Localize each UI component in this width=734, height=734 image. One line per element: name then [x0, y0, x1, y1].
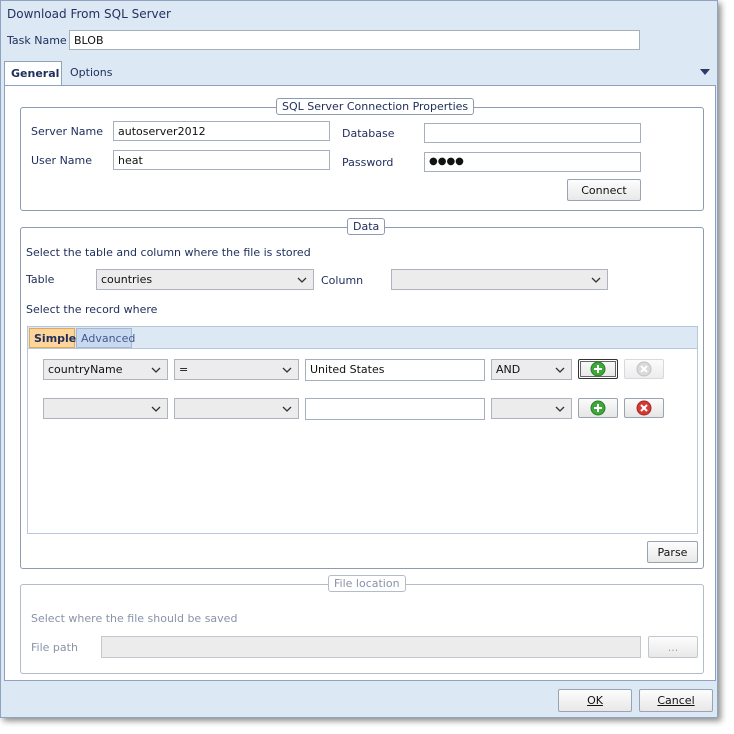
- filter-conjunction-value: AND: [496, 363, 521, 376]
- general-page: SQL Server Connection Properties Server …: [4, 85, 716, 681]
- filter-operator-value: =: [179, 363, 189, 376]
- ok-button[interactable]: OK: [558, 689, 632, 712]
- task-name-input[interactable]: BLOB: [69, 30, 640, 50]
- chevron-down-icon: [151, 367, 161, 373]
- tab-general[interactable]: General: [4, 61, 62, 85]
- chevron-down-icon: [282, 367, 292, 373]
- server-name-input[interactable]: autoserver2012: [113, 121, 330, 141]
- remove-condition-button[interactable]: [624, 398, 664, 418]
- parse-button[interactable]: Parse: [647, 541, 698, 563]
- table-select[interactable]: countries: [96, 269, 314, 290]
- add-icon: [590, 400, 606, 416]
- user-name-input[interactable]: heat: [113, 150, 330, 170]
- column-label: Column: [321, 274, 364, 287]
- add-icon: [590, 361, 606, 377]
- chevron-down-icon: [591, 277, 601, 283]
- remove-icon: [636, 361, 652, 377]
- remove-icon: [636, 400, 652, 416]
- record-instruction: Select the record where: [26, 303, 158, 316]
- tab-options[interactable]: Options: [64, 61, 124, 85]
- task-name-label: Task Name: [7, 34, 67, 47]
- tab-advanced[interactable]: Advanced: [76, 328, 135, 348]
- file-path-input[interactable]: [101, 636, 641, 658]
- file-location-group: [20, 584, 704, 674]
- file-location-instruction: Select where the file should be saved: [31, 612, 238, 625]
- password-input[interactable]: ●●●●: [424, 152, 641, 172]
- filter-operator-select[interactable]: [174, 398, 299, 419]
- filter-operator-select[interactable]: =: [174, 359, 299, 380]
- connect-button[interactable]: Connect: [567, 179, 641, 201]
- filter-conjunction-select[interactable]: AND: [491, 359, 572, 380]
- browse-button[interactable]: ...: [648, 636, 698, 658]
- chevron-down-icon: [555, 406, 565, 412]
- add-condition-button[interactable]: [578, 359, 618, 379]
- dialog-window: Download From SQL Server Task Name BLOB …: [0, 0, 718, 718]
- chevron-down-icon: [297, 277, 307, 283]
- filter-field-select[interactable]: countryName: [43, 359, 168, 380]
- main-tabstrip: General Options: [4, 61, 716, 85]
- filter-tabstrip: Simple Advanced: [27, 326, 698, 348]
- server-name-label: Server Name: [31, 125, 104, 138]
- table-instruction: Select the table and column where the fi…: [26, 246, 311, 259]
- column-select[interactable]: [391, 269, 608, 290]
- table-select-value: countries: [101, 273, 153, 286]
- database-label: Database: [342, 127, 395, 140]
- chevron-down-icon: [282, 406, 292, 412]
- filter-value-input[interactable]: [305, 398, 485, 420]
- tab-simple[interactable]: Simple: [29, 328, 76, 348]
- file-location-caption: File location: [328, 575, 406, 592]
- filter-field-select[interactable]: [43, 398, 168, 419]
- data-group-caption: Data: [347, 218, 386, 235]
- remove-condition-button[interactable]: [624, 359, 664, 379]
- database-input[interactable]: [424, 123, 641, 143]
- window-title: Download From SQL Server: [1, 1, 717, 27]
- chevron-down-icon: [151, 406, 161, 412]
- add-condition-button[interactable]: [578, 398, 618, 418]
- chevron-down-icon: [555, 367, 565, 373]
- user-name-label: User Name: [31, 154, 93, 167]
- filter-field-value: countryName: [48, 363, 123, 376]
- filter-value-input[interactable]: United States: [305, 359, 485, 381]
- cancel-button[interactable]: Cancel: [639, 689, 713, 712]
- file-path-label: File path: [31, 641, 78, 654]
- table-label: Table: [26, 273, 55, 286]
- tab-menu-arrow-icon[interactable]: [699, 68, 711, 76]
- password-label: Password: [342, 156, 394, 169]
- filter-conjunction-select[interactable]: [491, 398, 572, 419]
- connection-group-caption: SQL Server Connection Properties: [276, 98, 475, 115]
